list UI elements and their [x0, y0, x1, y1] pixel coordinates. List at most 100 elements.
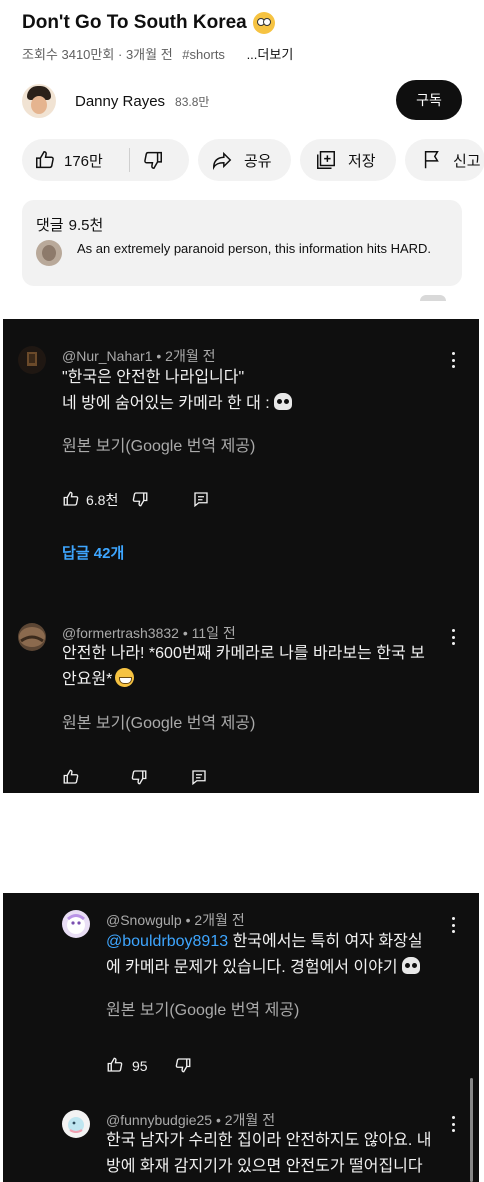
reply-comment-icon: [194, 491, 209, 507]
like-divider: [128, 148, 130, 172]
comment-like-count: 6.8천: [86, 492, 119, 508]
commenter-avatar[interactable]: [62, 910, 90, 938]
teaser-comment-text: As an extremely paranoid person, this in…: [77, 241, 432, 256]
comments-label: 댓글: [36, 217, 64, 234]
comment-line: 에 카메라 문제가 있습니다. 경험에서 이야기: [106, 959, 398, 976]
comment-like-button[interactable]: [62, 490, 80, 511]
comment-author-line: @Snowgulp • 2개월 전: [106, 912, 245, 928]
comment-actions: [62, 768, 208, 788]
comment-age: 11일 전: [191, 625, 236, 641]
subscribe-button[interactable]: 구독: [396, 80, 462, 120]
view-replies-link[interactable]: 답글 42개: [62, 542, 124, 563]
commenter-avatar[interactable]: [18, 623, 46, 651]
dislike-button[interactable]: [142, 149, 164, 171]
commenter-avatar[interactable]: [62, 1110, 90, 1138]
comments-heading: 댓글 9.5천: [36, 214, 103, 235]
comment-dislike-button[interactable]: [130, 768, 148, 789]
save-label: 저장: [348, 152, 376, 170]
see-original-link[interactable]: 원본 보기(Google 번역 제공): [106, 996, 299, 1020]
replies-panel: @Snowgulp • 2개월 전 @bouldrboy8913 한국에서는 특…: [3, 893, 479, 1182]
hashtag-link[interactable]: #shorts: [182, 47, 225, 62]
upload-age: 3개월 전: [125, 47, 173, 62]
comment-author[interactable]: @formertrash3832: [62, 625, 179, 641]
partial-avatar: [420, 295, 446, 301]
like-button[interactable]: [34, 149, 56, 171]
reply-comment-icon: [192, 769, 206, 785]
flushed-face-icon: [252, 12, 275, 34]
skull-emoji-icon: [273, 393, 292, 410]
comment-text: @bouldrboy8913 한국에서는 특히 여자 화장실 에 카메라 문제가…: [106, 929, 461, 981]
comment-author[interactable]: @Nur_Nahar1: [62, 348, 152, 364]
mention-link[interactable]: @bouldrboy8913: [106, 933, 228, 950]
comment-line: 네 방에 숨어있는 카메라 한 대 :: [62, 395, 270, 412]
comment-author[interactable]: @Snowgulp: [106, 912, 182, 928]
see-original-link[interactable]: 원본 보기(Google 번역 제공): [62, 709, 255, 733]
commenter-avatar[interactable]: [18, 346, 46, 374]
comment-author-line: @formertrash3832 • 11일 전: [62, 625, 236, 641]
comment-thread-panel: @Nur_Nahar1 • 2개월 전 "한국은 안전한 나라입니다" 네 방에…: [3, 319, 479, 793]
comment-line: 방에 화재 감지기가 있으면 안전도가 떨어집니다: [106, 1158, 423, 1175]
skull-emoji-icon: [401, 957, 420, 974]
comment-like-button[interactable]: [62, 768, 80, 789]
share-icon: [213, 151, 232, 171]
show-more-link[interactable]: ...더보기: [247, 47, 294, 62]
comment-reply-button[interactable]: [192, 490, 210, 511]
thumb-up-icon: [63, 769, 79, 784]
comment-actions: 6.8천: [62, 490, 210, 510]
comment-line-row: 안요원*: [62, 667, 462, 693]
comment-age: 2개월 전: [224, 1112, 276, 1128]
comment-author-line: @Nur_Nahar1 • 2개월 전: [62, 348, 216, 364]
comments-preview-card[interactable]: 댓글 9.5천 As an extremely paranoid person, …: [22, 200, 462, 286]
comment-like-button[interactable]: [106, 1056, 124, 1077]
comment-dislike-button[interactable]: [174, 1056, 192, 1077]
scrollbar[interactable]: [470, 1078, 473, 1182]
thumb-down-icon: [175, 1057, 191, 1072]
view-count: 조회수 3410만회: [22, 47, 115, 62]
thumb-up-icon: [36, 151, 54, 169]
comment-actions: 95: [106, 1056, 192, 1076]
comment-age: 2개월 전: [194, 912, 245, 928]
save-button[interactable]: 저장: [300, 139, 396, 181]
comment-text: 한국 남자가 수리한 집이라 안전하지도 않아요. 내 방에 화재 감지기가 있…: [106, 1128, 466, 1180]
report-button[interactable]: 신고: [405, 139, 484, 181]
comment-line: 한국 남자가 수리한 집이라 안전하지도 않아요. 내: [106, 1132, 432, 1149]
comment-line-row: 에 카메라 문제가 있습니다. 경험에서 이야기: [106, 955, 461, 981]
thumb-up-icon: [63, 491, 79, 506]
add-to-playlist-icon: [317, 151, 335, 169]
comment-text: "한국은 안전한 나라입니다" 네 방에 숨어있는 카메라 한 대 :: [62, 365, 462, 417]
thumb-up-icon: [107, 1057, 123, 1072]
comment-line: 안전한 나라! *600번째 카메라로 나를 바라보는 한국 보: [62, 645, 425, 662]
comment-age: 2개월 전: [165, 348, 216, 364]
report-label: 신고: [453, 152, 481, 170]
see-original-link[interactable]: 원본 보기(Google 번역 제공): [62, 432, 255, 456]
thumb-down-icon: [131, 769, 147, 784]
share-button[interactable]: 공유: [198, 139, 291, 181]
comment-author[interactable]: @funnybudgie25: [106, 1112, 212, 1128]
meta-separator: ·: [117, 47, 123, 62]
comment-dislike-button[interactable]: [131, 490, 149, 511]
like-count: 176만: [64, 152, 103, 170]
comment-like-count: 95: [132, 1058, 148, 1074]
comment-text: 안전한 나라! *600번째 카메라로 나를 바라보는 한국 보 안요원*: [62, 641, 462, 693]
comment-author-line: @funnybudgie25 • 2개월 전: [106, 1112, 276, 1128]
comment-reply-button[interactable]: [190, 768, 208, 789]
comments-count: 9.5천: [68, 217, 104, 234]
channel-avatar[interactable]: [22, 84, 56, 118]
channel-row: Danny Rayes 83.8만 구독: [22, 80, 462, 122]
comment-line: 안요원*: [62, 671, 113, 688]
video-title-text: Don't Go To South Korea: [22, 12, 247, 33]
thumb-down-icon: [133, 491, 148, 506]
comment-line-row: 네 방에 숨어있는 카메라 한 대 :: [62, 391, 462, 417]
grimacing-emoji-icon: [115, 668, 135, 687]
video-meta[interactable]: 조회수 3410만회 · 3개월 전 #shorts ...더보기: [22, 44, 293, 63]
thumb-down-icon: [144, 151, 162, 169]
teaser-avatar: [36, 240, 62, 266]
video-title: Don't Go To South Korea: [22, 12, 275, 34]
share-label: 공유: [244, 152, 272, 170]
subscriber-count: 83.8만: [175, 94, 210, 109]
like-dislike-pill: 176만: [22, 139, 189, 181]
comment-line: 한국에서는 특히 여자 화장실: [232, 933, 423, 950]
action-bar: 176만 공유 저장 신고: [22, 139, 484, 181]
comment-line: "한국은 안전한 나라입니다": [62, 369, 245, 386]
channel-name[interactable]: Danny Rayes: [75, 93, 165, 110]
